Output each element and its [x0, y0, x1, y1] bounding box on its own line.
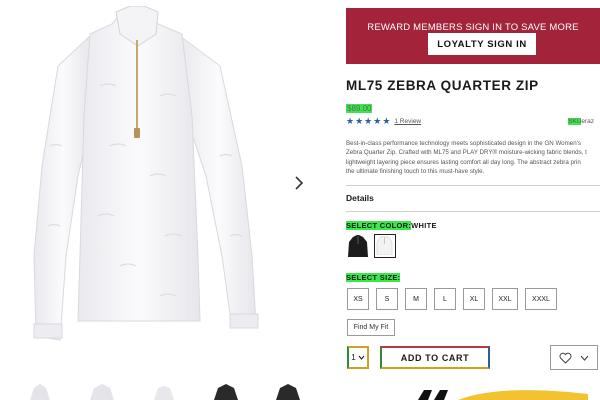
thumbnail-4[interactable] [206, 384, 246, 400]
color-swatch-black[interactable] [347, 234, 369, 258]
wishlist-dropdown[interactable] [550, 345, 598, 370]
thumbnail-strip [20, 384, 320, 400]
description-line: Zebra Quarter Zip. Crafted with ML75 and… [346, 149, 587, 157]
review-count-link[interactable]: 1 Review [394, 118, 421, 125]
star-icon: ★ [355, 116, 364, 126]
chevron-down-icon[interactable] [580, 355, 589, 361]
sku: SKUeraz [568, 118, 594, 125]
sku-value: eraz [581, 118, 595, 125]
size-option-m[interactable]: M [405, 288, 427, 310]
quantity-value: 1 [351, 353, 356, 362]
thumbnail-2[interactable] [82, 384, 122, 400]
select-color-label: SELECT COLOR:WHITE [346, 221, 437, 230]
thumbnail-5[interactable] [268, 384, 308, 400]
details-heading[interactable]: Details [346, 193, 374, 203]
star-icon: ★ [364, 116, 373, 126]
quantity-select[interactable]: 1 [347, 346, 369, 369]
select-size-heading: SELECT SIZE: [346, 273, 401, 282]
size-option-l[interactable]: L [434, 288, 456, 310]
product-title: ML75 ZEBRA QUARTER ZIP [346, 78, 539, 93]
product-price: $89.00 [346, 104, 373, 113]
size-option-xl[interactable]: XL [463, 288, 485, 310]
product-page: REWARD MEMBERS SIGN IN TO SAVE MORE LOYA… [0, 0, 600, 400]
partner-logo-peek [418, 390, 588, 400]
description-line: lightweight layering piece ensures lasti… [346, 158, 581, 166]
chevron-right-icon [295, 176, 304, 190]
select-color-heading: SELECT COLOR: [346, 221, 412, 230]
size-option-xs[interactable]: XS [347, 288, 369, 310]
heart-icon[interactable] [559, 352, 572, 364]
divider [346, 211, 600, 212]
star-icon: ★ [346, 116, 355, 126]
star-icon: ★ [382, 116, 391, 126]
loyalty-sign-in-button[interactable]: LOYALTY SIGN IN [428, 33, 536, 55]
add-to-cart-button[interactable]: ADD TO CART [380, 346, 490, 369]
thumbnail-1[interactable] [20, 384, 60, 400]
description-line: Best-in-class performance technology mee… [346, 140, 581, 147]
size-options: XS S M L XL XXL XXXL [347, 288, 557, 310]
rating-stars: ★ ★ ★ ★ ★ 1 Review [346, 117, 421, 126]
selected-color-value: WHITE [411, 221, 437, 230]
product-description: Best-in-class performance technology mee… [346, 139, 600, 176]
thumbnail-3[interactable] [144, 384, 184, 400]
white-shirt-thumbnail [376, 235, 393, 256]
size-option-xxxl[interactable]: XXXL [525, 288, 557, 310]
reward-banner-text: REWARD MEMBERS SIGN IN TO SAVE MORE [367, 22, 579, 33]
star-icon: ★ [373, 116, 382, 126]
product-photo [33, 6, 259, 341]
product-gallery [0, 0, 330, 400]
size-option-xxl[interactable]: XXL [492, 288, 518, 310]
find-my-fit-button[interactable]: Find My Fit [347, 319, 395, 336]
reward-banner: REWARD MEMBERS SIGN IN TO SAVE MORE LOYA… [346, 8, 600, 64]
divider [346, 185, 600, 186]
product-details: REWARD MEMBERS SIGN IN TO SAVE MORE LOYA… [346, 0, 600, 400]
next-image-button[interactable] [288, 168, 310, 198]
sku-label: SKU [568, 118, 582, 125]
select-size-label: SELECT SIZE: [346, 273, 401, 282]
color-swatch-white[interactable] [374, 234, 396, 258]
size-option-s[interactable]: S [376, 288, 398, 310]
description-line: the ultimate finishing touch to this mus… [346, 167, 485, 175]
chevron-down-icon [358, 355, 365, 360]
